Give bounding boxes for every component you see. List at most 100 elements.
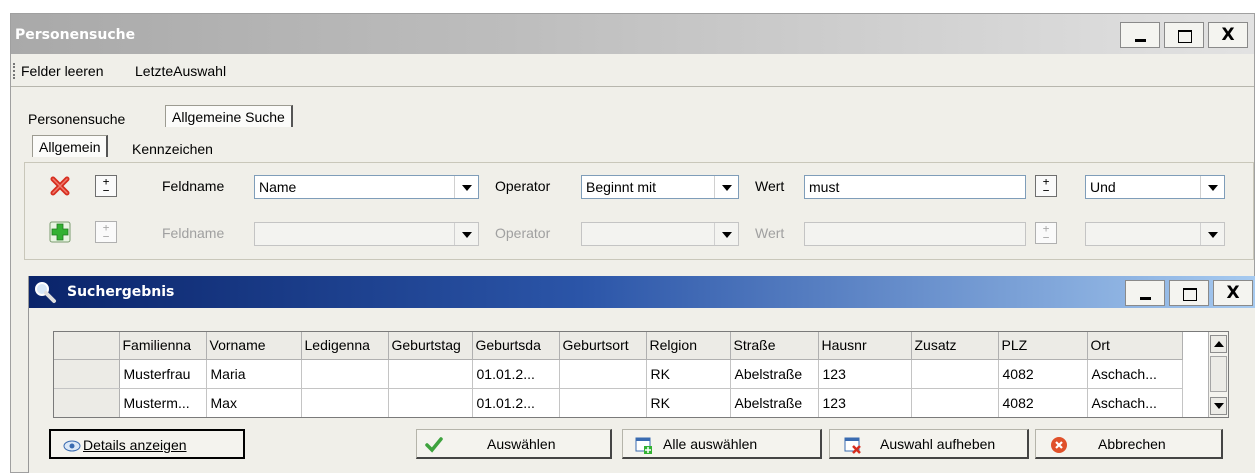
- close-icon: X: [1221, 25, 1235, 45]
- column-header[interactable]: Zusatz: [911, 332, 999, 360]
- window-add-icon: [635, 437, 652, 454]
- chevron-down-icon: [454, 223, 478, 245]
- checkmark-icon: [425, 437, 443, 453]
- column-header[interactable]: Ort: [1087, 332, 1183, 360]
- menu-letzte-auswahl[interactable]: LetzteAuswahl: [135, 63, 226, 79]
- table-row[interactable]: Musterm... Max 01.01.2... RK Abelstraße …: [54, 388, 1183, 417]
- table-cell[interactable]: Aschach...: [1087, 359, 1183, 389]
- value-input-2: [804, 222, 1026, 246]
- scroll-up-icon[interactable]: [1210, 335, 1227, 353]
- value-label: Wert: [755, 178, 785, 194]
- logic-value: Und: [1090, 179, 1116, 195]
- column-header[interactable]: Vorname: [206, 332, 302, 360]
- column-header[interactable]: Relgion: [646, 332, 731, 360]
- results-title: Suchergebnis: [67, 284, 175, 300]
- table-cell[interactable]: [301, 359, 389, 389]
- operator-select[interactable]: Beginnt mit: [581, 175, 739, 199]
- table-cell[interactable]: Abelstraße: [730, 359, 819, 389]
- deselect-button[interactable]: Auswahl aufheben: [829, 429, 1029, 459]
- value-stepper[interactable]: + −: [1035, 175, 1057, 197]
- table-cell[interactable]: [388, 359, 473, 389]
- table-cell[interactable]: [301, 388, 389, 417]
- value-stepper-2: + −: [1035, 222, 1057, 244]
- title-bar[interactable]: Personensuche X: [11, 14, 1254, 54]
- column-header[interactable]: Straße: [730, 332, 819, 360]
- move-row-stepper[interactable]: + −: [95, 175, 117, 197]
- table-cell[interactable]: [559, 388, 647, 417]
- chevron-down-icon: [714, 223, 738, 245]
- add-row-icon[interactable]: [49, 221, 71, 243]
- row-selector[interactable]: [54, 359, 120, 389]
- scroll-down-icon[interactable]: [1210, 397, 1227, 415]
- field-name-select[interactable]: Name: [254, 175, 479, 199]
- table-cell[interactable]: 01.01.2...: [472, 359, 560, 389]
- tab-allgemein[interactable]: Allgemein: [32, 135, 109, 157]
- minimize-button[interactable]: [1120, 22, 1160, 48]
- table-cell[interactable]: 123: [818, 388, 912, 417]
- column-header[interactable]: Geburtstag: [388, 332, 473, 360]
- toolbar-grip-icon[interactable]: [13, 63, 16, 79]
- table-row[interactable]: Musterfrau Maria 01.01.2... RK Abelstraß…: [54, 359, 1183, 389]
- table-header-row: Familienna Vorname Ledigenna Geburtstag …: [54, 332, 1183, 360]
- value-input[interactable]: must: [804, 175, 1026, 199]
- results-subwindow: Suchergebnis X Familienna Vorname Ledige…: [28, 276, 1255, 473]
- cancel-button-label: Abbrechen: [1098, 436, 1166, 452]
- row-selector[interactable]: [54, 388, 120, 417]
- results-window-controls: X: [1125, 280, 1253, 306]
- chevron-down-icon[interactable]: [714, 176, 738, 198]
- select-all-button[interactable]: Alle auswählen: [622, 429, 822, 459]
- table-cell[interactable]: [388, 388, 473, 417]
- vertical-scrollbar[interactable]: [1208, 332, 1228, 417]
- column-header[interactable]: Ledigenna: [301, 332, 389, 360]
- table-cell[interactable]: 4082: [998, 359, 1088, 389]
- tab-allgemeine-suche[interactable]: Allgemeine Suche: [165, 105, 293, 127]
- chevron-down-icon[interactable]: [1200, 176, 1224, 198]
- table-cell[interactable]: RK: [646, 359, 731, 389]
- column-header[interactable]: Familienna: [119, 332, 207, 360]
- table-cell[interactable]: Musterfrau: [119, 359, 207, 389]
- chevron-down-icon[interactable]: [454, 176, 478, 198]
- table-cell[interactable]: RK: [646, 388, 731, 417]
- close-icon: X: [1226, 283, 1240, 303]
- details-button-label: Details anzeigen: [83, 437, 187, 453]
- scroll-thumb[interactable]: [1210, 356, 1227, 392]
- table-cell[interactable]: 123: [818, 359, 912, 389]
- tab-personensuche[interactable]: Personensuche: [22, 108, 131, 130]
- cancel-button[interactable]: Abbrechen: [1035, 429, 1223, 459]
- table-cell[interactable]: 4082: [998, 388, 1088, 417]
- menu-felder-leeren[interactable]: Felder leeren: [21, 63, 104, 79]
- magnifier-icon: [35, 282, 56, 303]
- table-cell[interactable]: Aschach...: [1087, 388, 1183, 417]
- details-button[interactable]: Details anzeigen: [49, 429, 245, 459]
- results-close-button[interactable]: X: [1213, 280, 1253, 306]
- logic-select[interactable]: Und: [1085, 175, 1225, 199]
- table-cell[interactable]: [559, 359, 647, 389]
- operator-label: Operator: [495, 178, 551, 194]
- operator-value: Beginnt mit: [586, 179, 657, 195]
- table-cell[interactable]: Maria: [206, 359, 302, 389]
- remove-row-icon[interactable]: [49, 175, 71, 197]
- column-header[interactable]: Geburtsort: [559, 332, 647, 360]
- table-cell[interactable]: [911, 359, 999, 389]
- results-maximize-button[interactable]: [1169, 280, 1209, 306]
- table-cell[interactable]: Abelstraße: [730, 388, 819, 417]
- maximize-button[interactable]: [1164, 22, 1204, 48]
- tab-kennzeichen[interactable]: Kennzeichen: [126, 138, 219, 160]
- column-header[interactable]: Geburtsda: [472, 332, 560, 360]
- column-header[interactable]: PLZ: [998, 332, 1088, 360]
- window-remove-icon: [844, 437, 861, 454]
- operator-select-2: [581, 222, 739, 246]
- value-label-2: Wert: [755, 225, 785, 241]
- column-header[interactable]: Hausnr: [818, 332, 912, 360]
- table-cell[interactable]: Musterm...: [119, 388, 207, 417]
- table-cell[interactable]: [911, 388, 999, 417]
- table-cell[interactable]: 01.01.2...: [472, 388, 560, 417]
- select-button[interactable]: Auswählen: [416, 429, 612, 459]
- eye-icon: [63, 440, 81, 452]
- results-minimize-button[interactable]: [1125, 280, 1165, 306]
- table-cell[interactable]: Max: [206, 388, 302, 417]
- close-button[interactable]: X: [1208, 22, 1248, 48]
- menu-divider: [11, 86, 1254, 87]
- results-title-bar[interactable]: Suchergebnis X: [29, 276, 1255, 308]
- window-title: Personensuche: [15, 27, 136, 43]
